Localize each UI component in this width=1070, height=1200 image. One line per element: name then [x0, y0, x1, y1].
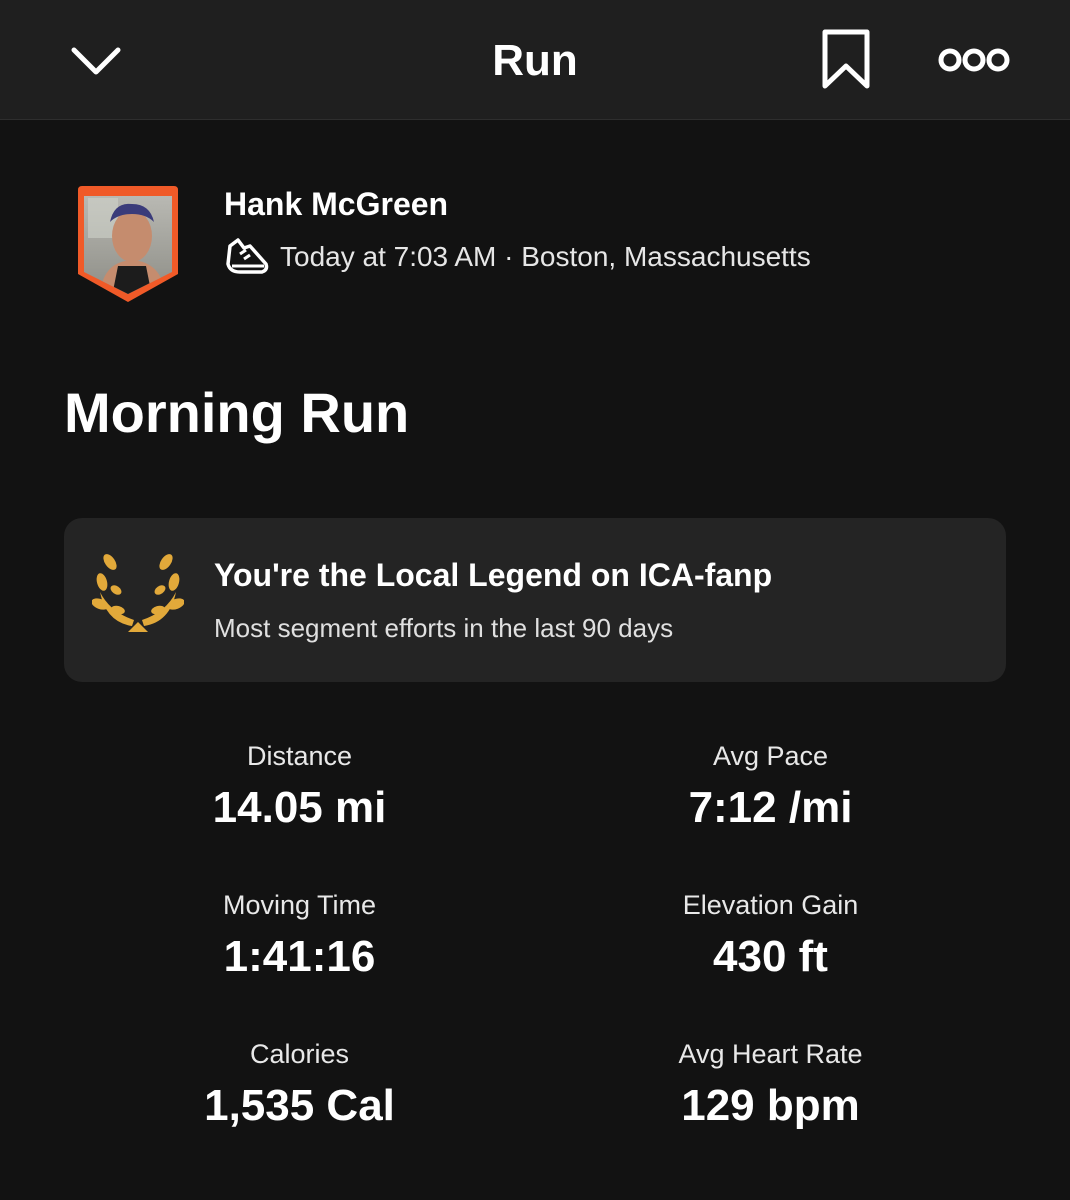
- stat-avg-pace: Avg Pace 7:12 /mi: [535, 740, 1006, 834]
- stat-value: 14.05 mi: [212, 783, 387, 832]
- stat-avg-heart-rate: Avg Heart Rate 129 bpm: [535, 1038, 1006, 1132]
- local-legend-card[interactable]: You're the Local Legend on ICA-fanp Most…: [64, 518, 1006, 682]
- stat-value: 1,535 Cal: [204, 1081, 395, 1130]
- stat-value: 7:12 /mi: [688, 783, 853, 832]
- bookmark-icon[interactable]: [816, 28, 876, 92]
- stat-label: Avg Heart Rate: [678, 1039, 863, 1069]
- stat-value: 1:41:16: [223, 932, 376, 981]
- stat-label: Moving Time: [222, 890, 377, 920]
- stat-value: 430 ft: [713, 932, 828, 981]
- stat-value: 129 bpm: [681, 1081, 860, 1130]
- stat-elevation-gain: Elevation Gain 430 ft: [535, 889, 1006, 983]
- top-bar: Run: [0, 0, 1070, 120]
- run-shoe-icon: [224, 236, 270, 278]
- chevron-down-icon[interactable]: [66, 36, 126, 84]
- stat-moving-time: Moving Time 1:41:16: [64, 889, 535, 983]
- activity-meta: Today at 7:03 AM · Boston, Massachusetts: [224, 236, 811, 278]
- activity-meta-text: Today at 7:03 AM · Boston, Massachusetts: [280, 241, 811, 272]
- stat-label: Avg Pace: [712, 741, 829, 771]
- laurel-icon: [91, 552, 185, 634]
- athlete-header: Hank McGreen Today at 7:03 AM · Boston, …: [74, 186, 974, 316]
- more-options-icon[interactable]: [936, 42, 1012, 78]
- avatar[interactable]: [74, 186, 182, 306]
- stat-label: Distance: [246, 741, 353, 771]
- local-legend-heading: You're the Local Legend on ICA-fanp: [214, 557, 773, 593]
- athlete-name[interactable]: Hank McGreen: [224, 186, 448, 222]
- stat-distance: Distance 14.05 mi: [64, 740, 535, 834]
- stat-label: Calories: [249, 1039, 350, 1069]
- activity-title: Morning Run: [64, 381, 410, 444]
- stat-calories: Calories 1,535 Cal: [64, 1038, 535, 1132]
- stat-label: Elevation Gain: [682, 890, 859, 920]
- local-legend-subtext: Most segment efforts in the last 90 days: [214, 613, 674, 643]
- page-title: Run: [492, 36, 578, 85]
